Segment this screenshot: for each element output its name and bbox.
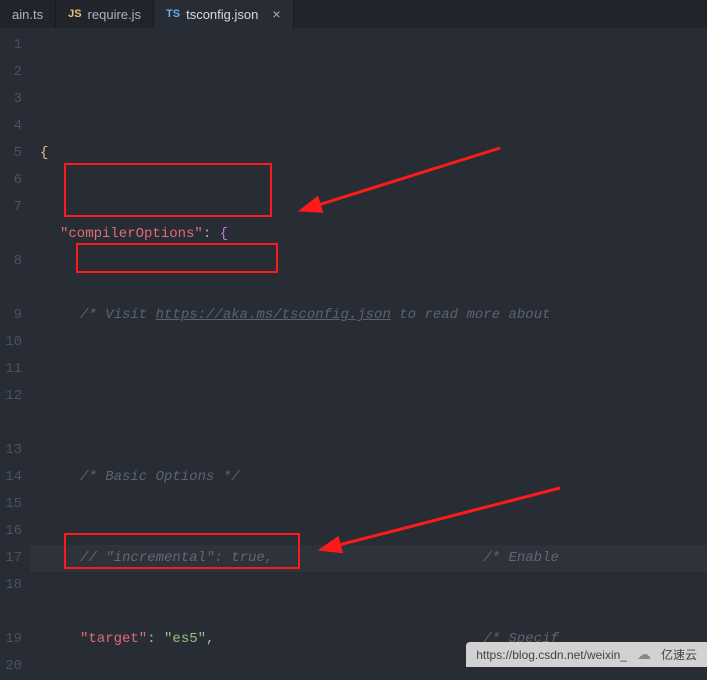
- code-token: // "incremental": true, /* Enable: [80, 550, 559, 566]
- tab-ain-ts[interactable]: ain.ts: [0, 0, 56, 28]
- close-icon[interactable]: ×: [272, 6, 280, 22]
- code-token: to read more about: [391, 307, 559, 323]
- watermark-logo-icon: ☁: [637, 646, 651, 663]
- code-token: "compilerOptions": [60, 226, 203, 242]
- watermark-brand: 亿速云: [661, 646, 697, 663]
- tab-tsconfig-json[interactable]: TS tsconfig.json ×: [154, 0, 294, 28]
- code-token: /* Visit: [80, 307, 156, 323]
- code-token: {: [40, 145, 48, 161]
- watermark-url: https://blog.csdn.net/weixin_: [476, 648, 627, 662]
- editor[interactable]: 1234567891011121314151617181920 { "compi…: [0, 28, 707, 673]
- code-token: "target": [80, 631, 147, 647]
- ts-icon: TS: [166, 8, 180, 20]
- code-token: "es5": [164, 631, 206, 647]
- tab-label: require.js: [88, 7, 141, 22]
- code-token: :: [203, 226, 220, 242]
- code-area[interactable]: { "compilerOptions": { /* Visit https://…: [30, 28, 707, 673]
- code-token: {: [220, 226, 228, 242]
- watermark: https://blog.csdn.net/weixin_ ☁ 亿速云: [466, 642, 707, 667]
- tab-bar: ain.ts JS require.js TS tsconfig.json ×: [0, 0, 707, 28]
- line-gutter: 1234567891011121314151617181920: [0, 28, 30, 673]
- tab-label: tsconfig.json: [186, 7, 258, 22]
- code-token: /* Basic Options */: [80, 469, 240, 485]
- js-icon: JS: [68, 8, 81, 20]
- code-token: https://aka.ms/tsconfig.json: [156, 307, 391, 323]
- tab-label: ain.ts: [12, 7, 43, 22]
- tab-require-js[interactable]: JS require.js: [56, 0, 154, 28]
